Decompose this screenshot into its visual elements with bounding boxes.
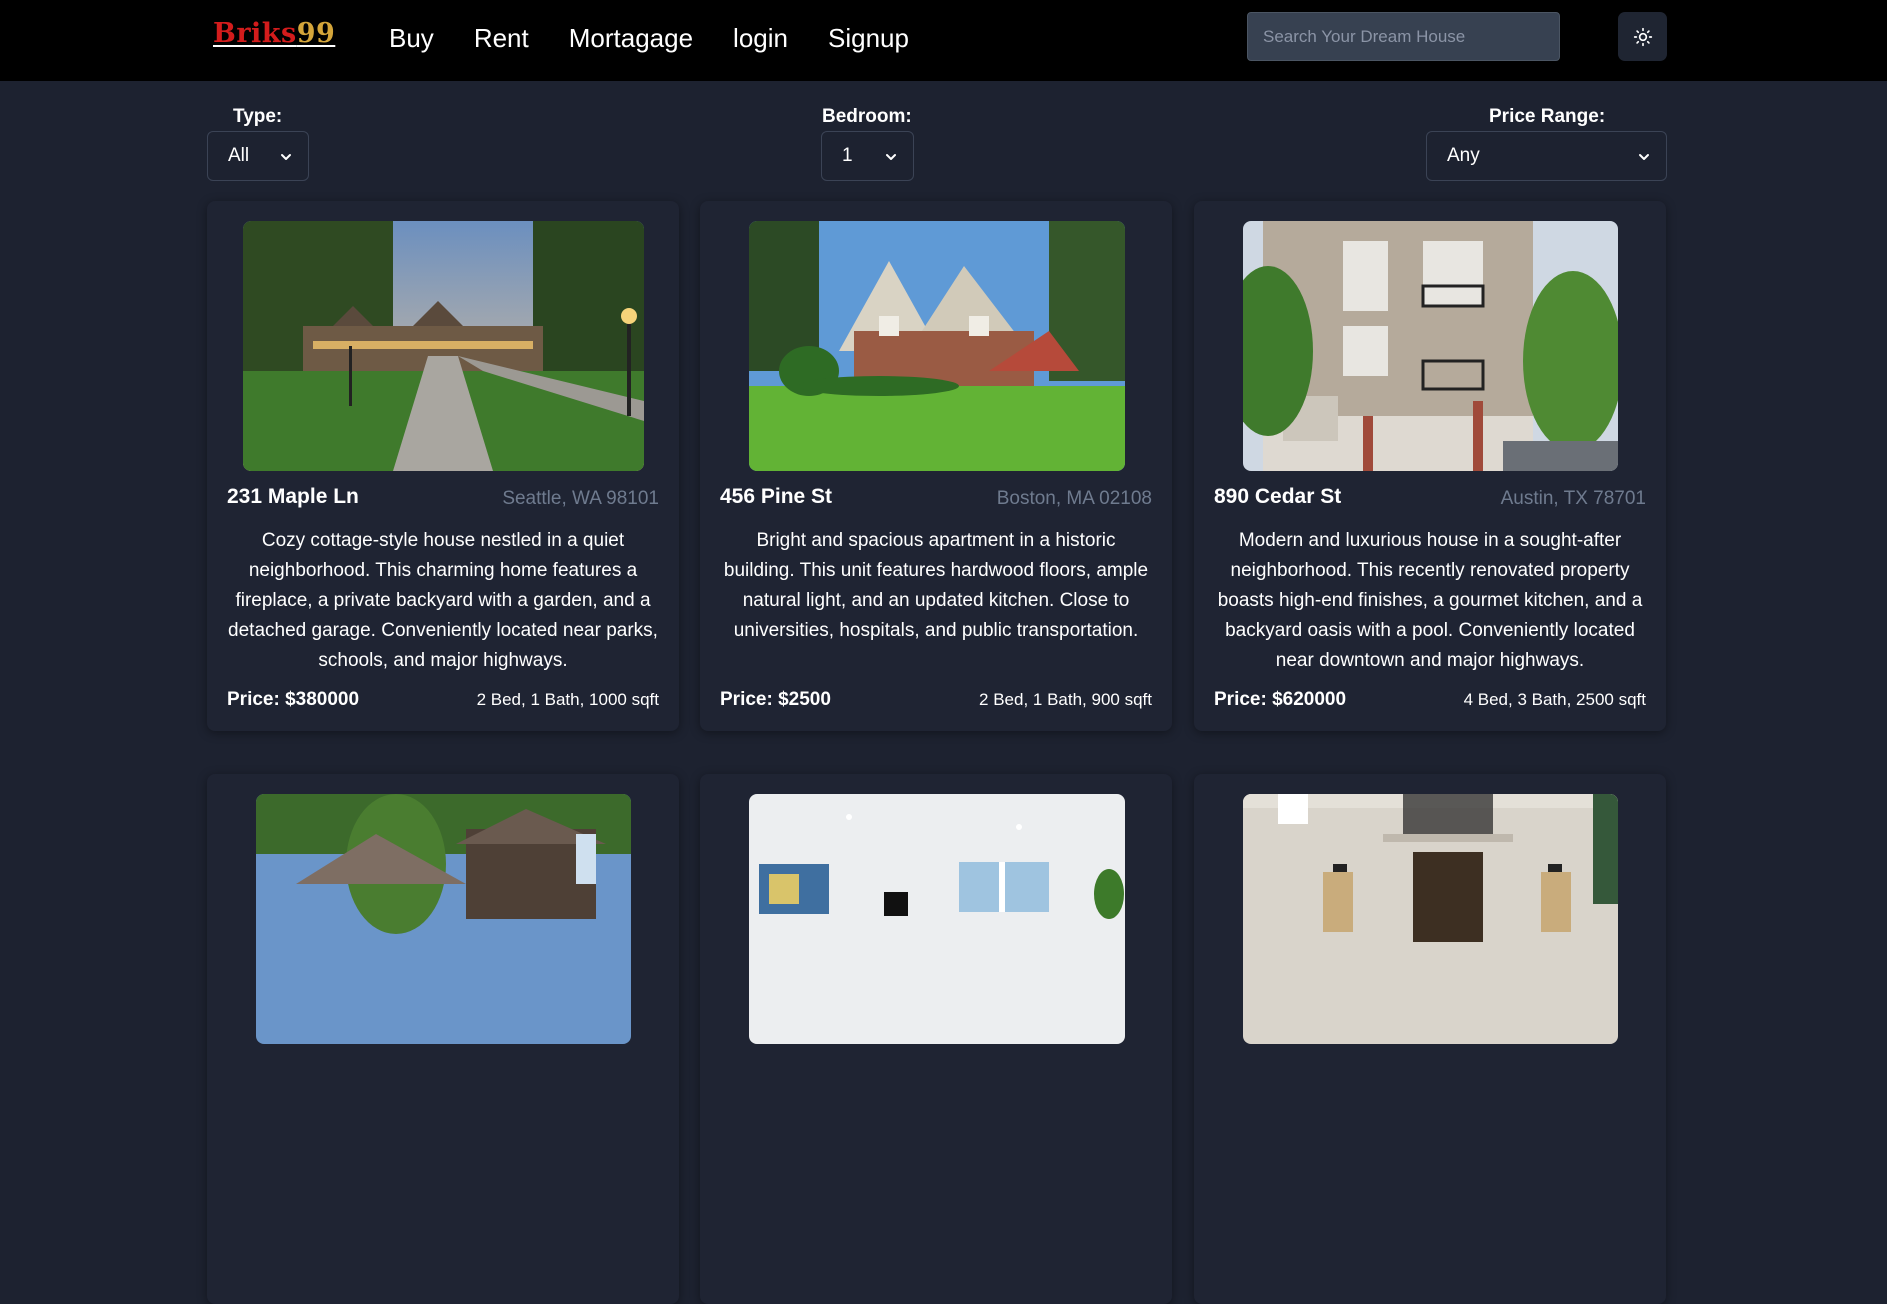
chevron-down-icon: [886, 154, 896, 160]
bedroom-select[interactable]: 1: [821, 131, 914, 181]
listing-card[interactable]: [207, 774, 679, 1304]
listing-description: Cozy cottage-style house nestled in a qu…: [228, 530, 658, 671]
listing-address: 456 Pine St: [720, 485, 833, 508]
listing-card[interactable]: 890 Cedar St Austin, TX 78701 Modern and…: [1194, 201, 1666, 731]
site-logo[interactable]: Briks99: [213, 18, 335, 49]
nav-signup-link[interactable]: Signup: [828, 20, 909, 56]
listing-price: Price: $380000: [227, 689, 360, 710]
price-range-select[interactable]: Any: [1426, 131, 1667, 181]
listing-city: Austin, TX 78701: [1500, 488, 1646, 509]
theme-toggle-button[interactable]: [1618, 12, 1667, 61]
search-input[interactable]: [1247, 12, 1560, 61]
listing-description: Bright and spacious apartment in a histo…: [723, 530, 1149, 641]
listing-image[interactable]: [749, 221, 1125, 471]
listing-card[interactable]: 456 Pine St Boston, MA 02108 Bright and …: [700, 201, 1172, 731]
logo-number: 99: [296, 18, 336, 49]
nav-rent-link[interactable]: Rent: [474, 20, 529, 56]
bedroom-filter-label: Bedroom:: [822, 106, 912, 127]
nav-login-link[interactable]: login: [733, 20, 788, 56]
bedroom-select-value: 1: [842, 145, 853, 166]
chevron-down-icon: [1639, 154, 1649, 160]
listing-image[interactable]: [1243, 221, 1618, 471]
listing-details: 2 Bed, 1 Bath, 900 sqft: [979, 690, 1152, 709]
main-nav: Buy Rent Mortagage login Signup: [389, 20, 909, 56]
listing-address: 890 Cedar St: [1214, 485, 1342, 508]
nav-mortgage-link[interactable]: Mortagage: [569, 20, 693, 56]
price-range-filter-label: Price Range:: [1489, 106, 1606, 127]
type-select-value: All: [228, 145, 250, 166]
listing-city: Seattle, WA 98101: [502, 488, 659, 509]
type-select[interactable]: All: [207, 131, 309, 181]
listing-description: Modern and luxurious house in a sought-a…: [1217, 530, 1643, 671]
listing-card[interactable]: 231 Maple Ln Seattle, WA 98101 Cozy cott…: [207, 201, 679, 731]
listing-card[interactable]: [700, 774, 1172, 1304]
type-filter-label: Type:: [233, 106, 283, 127]
listing-image[interactable]: [256, 794, 631, 1044]
listing-image[interactable]: [749, 794, 1125, 1044]
logo-brand: Briks: [213, 18, 297, 49]
listing-card[interactable]: [1194, 774, 1666, 1304]
listing-details: 4 Bed, 3 Bath, 2500 sqft: [1463, 690, 1646, 709]
listing-address: 231 Maple Ln: [227, 485, 359, 508]
listing-image[interactable]: [243, 221, 644, 471]
listing-image[interactable]: [1243, 794, 1618, 1044]
navbar: Briks99 Buy Rent Mortagage login Signup: [0, 0, 1887, 81]
price-range-select-value: Any: [1447, 145, 1480, 166]
listing-price: Price: $2500: [720, 689, 831, 710]
sun-icon: [1633, 27, 1652, 46]
listing-price: Price: $620000: [1214, 689, 1347, 710]
chevron-down-icon: [281, 154, 291, 160]
listing-city: Boston, MA 02108: [996, 488, 1152, 509]
listing-details: 2 Bed, 1 Bath, 1000 sqft: [476, 690, 659, 709]
nav-buy-link[interactable]: Buy: [389, 20, 434, 56]
